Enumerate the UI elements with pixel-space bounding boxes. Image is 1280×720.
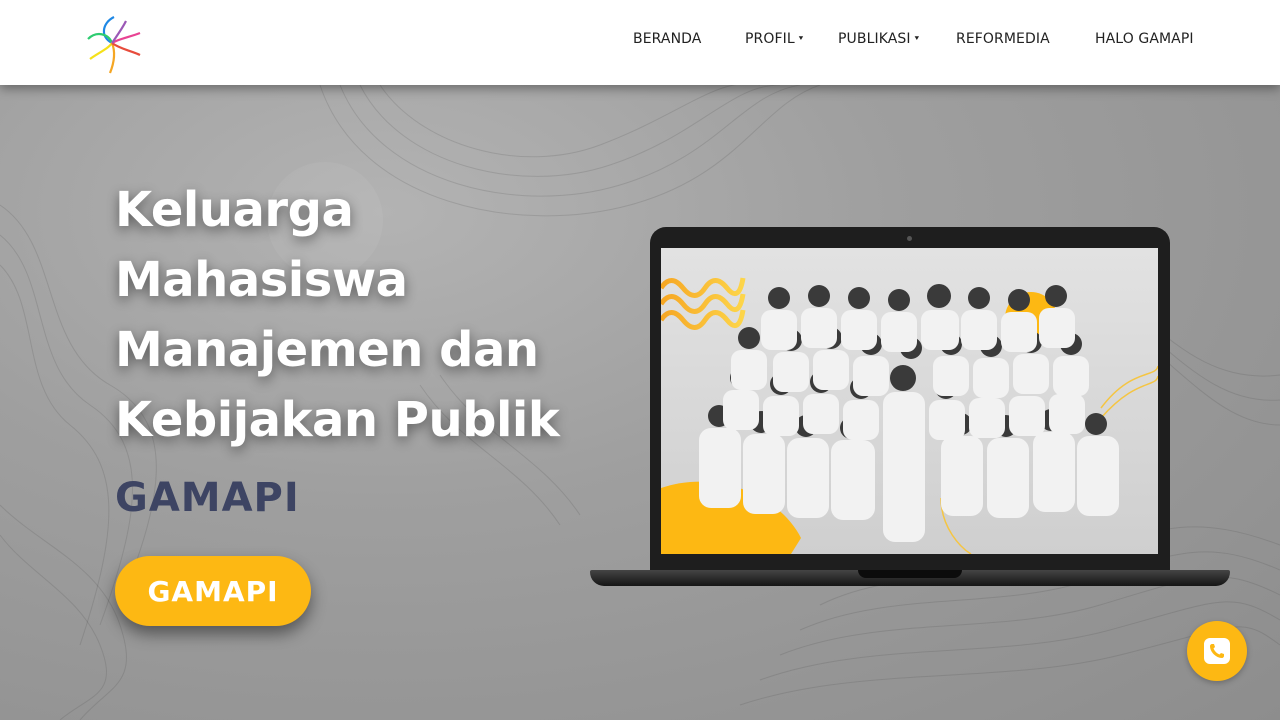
main-nav: BERANDA PROFIL ⯆ PUBLIKASI ⯆ REFORMEDIA HA… [0,0,1280,85]
chevron-down-icon: ⯆ [913,34,921,43]
hero-title: Keluarga Mahasiswa Manajemen dan Kebijak… [115,182,560,448]
nav-beranda-label: BERANDA [633,31,702,47]
nav-publikasi[interactable]: PUBLIKASI ⯆ [838,31,920,47]
phone-contact-button[interactable] [1187,621,1247,681]
nav-beranda[interactable]: BERANDA [633,31,701,47]
nav-reformedia[interactable]: REFORMEDIA [956,31,1050,47]
laptop-notch [858,570,962,578]
laptop-screen [661,248,1158,554]
nav-reformedia-label: REFORMEDIA [956,31,1050,47]
laptop-image [590,227,1230,592]
chevron-down-icon: ⯆ [797,34,805,43]
nav-halo-gamapi-label: HALO GAMAPI [1095,31,1194,47]
nav-halo-gamapi[interactable]: HALO GAMAPI [1095,31,1194,47]
laptop-lid [650,227,1170,574]
group-photo-illustration [661,248,1158,554]
phone-icon [1204,638,1230,664]
gamapi-cta-button[interactable]: GAMAPI [115,556,311,626]
navbar: BERANDA PROFIL ⯆ PUBLIKASI ⯆ REFORMEDIA HA… [0,0,1280,85]
nav-publikasi-label: PUBLIKASI [838,31,911,47]
hero-subtitle: GAMAPI [115,475,300,521]
hero-section: Keluarga Mahasiswa Manajemen dan Kebijak… [0,85,1280,720]
camera-dot [907,236,912,241]
nav-profil[interactable]: PROFIL ⯆ [745,31,804,47]
nav-profil-label: PROFIL [745,31,795,47]
